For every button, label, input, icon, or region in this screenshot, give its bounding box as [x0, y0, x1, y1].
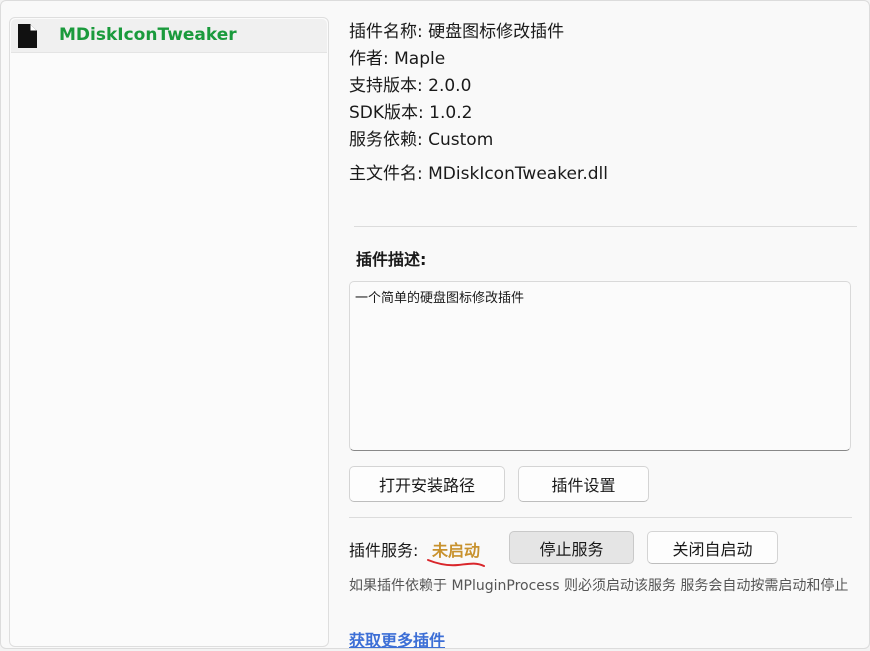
divider — [354, 226, 857, 227]
service-dependency: 服务依赖: Custom — [349, 130, 494, 150]
divider — [349, 517, 852, 518]
plugin-list-item-name: MDiskIconTweaker — [59, 25, 237, 45]
service-note: 如果插件依赖于 MPluginProcess 则必须启动该服务 服务会自动按需启… — [349, 578, 849, 594]
main-file-name: 主文件名: MDiskIconTweaker.dll — [349, 164, 608, 184]
plugin-list-item[interactable]: MDiskIconTweaker — [11, 19, 327, 53]
plugin-settings-button[interactable]: 插件设置 — [518, 466, 649, 502]
plugin-name: 插件名称: 硬盘图标修改插件 — [349, 22, 565, 42]
plugin-list[interactable]: MDiskIconTweaker — [9, 17, 329, 647]
supported-version: 支持版本: 2.0.0 — [349, 76, 472, 96]
file-icon — [18, 24, 37, 48]
plugin-author: 作者: Maple — [349, 49, 446, 69]
service-label: 插件服务: — [349, 541, 419, 560]
description-title: 插件描述: — [356, 250, 427, 269]
red-underline-annotation — [427, 559, 485, 567]
get-more-plugins-link[interactable]: 获取更多插件 — [349, 627, 445, 651]
stop-service-button[interactable]: 停止服务 — [509, 531, 634, 564]
open-install-path-button[interactable]: 打开安装路径 — [349, 466, 505, 502]
description-textbox[interactable]: 一个简单的硬盘图标修改插件 — [349, 281, 851, 451]
disable-autostart-button[interactable]: 关闭自启动 — [647, 531, 778, 564]
sdk-version: SDK版本: 1.0.2 — [349, 103, 473, 123]
